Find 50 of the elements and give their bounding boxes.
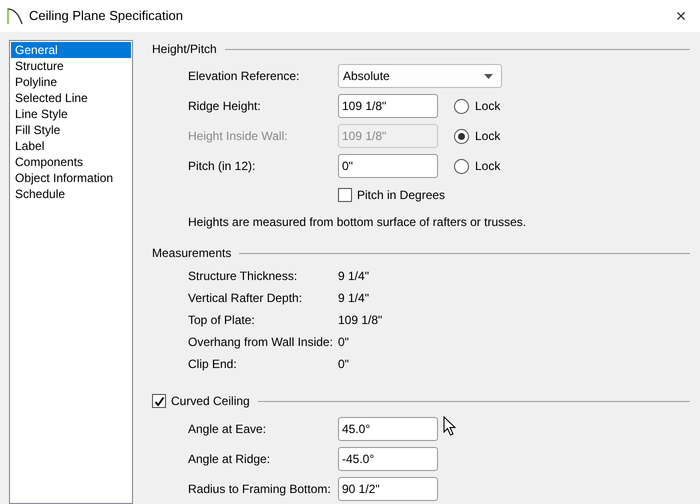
text-field[interactable]: 45.0°: [338, 417, 438, 441]
checkbox[interactable]: [152, 394, 166, 408]
sidebar-item[interactable]: Schedule: [11, 186, 131, 202]
sidebar-item[interactable]: General: [11, 42, 131, 58]
sidebar-item[interactable]: Object Information: [11, 170, 131, 186]
field-label: Angle at Ridge:: [188, 451, 272, 468]
measurement-value: 109 1/8": [338, 312, 382, 329]
mouse-cursor-icon: [443, 416, 457, 436]
measurement-label: Structure Thickness:: [188, 268, 298, 285]
measurement-label: Vertical Rafter Depth:: [188, 290, 304, 307]
radio-label: Lock: [475, 98, 500, 115]
measurement-value: 9 1/4": [338, 268, 369, 285]
radio-button[interactable]: [454, 98, 469, 114]
measurement-label: Top of Plate:: [188, 312, 256, 329]
measurement-value: 9 1/4": [338, 290, 369, 307]
note-text: Heights are measured from bottom surface of rafters or trusses.: [188, 214, 528, 231]
checkbox[interactable]: [338, 188, 352, 202]
sidebar-item[interactable]: Fill Style: [11, 122, 131, 138]
field-label: Height Inside Wall:: [188, 128, 289, 145]
sidebar-item[interactable]: Polyline: [11, 74, 131, 90]
field-label: Pitch (in 12):: [188, 158, 256, 175]
measurement-value: 0": [338, 334, 349, 351]
close-button[interactable]: ×: [669, 4, 693, 28]
sidebar-item[interactable]: Line Style: [11, 106, 131, 122]
section-heading: Measurements: [152, 245, 232, 262]
field-label: Radius to Framing Bottom:: [188, 481, 332, 498]
arch-icon: [7, 7, 23, 25]
sidebar-item[interactable]: Structure: [11, 58, 131, 74]
field-label: Angle at Eave:: [188, 421, 268, 438]
section-heading: Height/Pitch: [152, 41, 217, 58]
field-label: Elevation Reference:: [188, 68, 300, 85]
text-field[interactable]: 109 1/8": [338, 94, 438, 118]
window-title: Ceiling Plane Specification: [29, 7, 184, 26]
sidebar-item[interactable]: Selected Line: [11, 90, 131, 106]
field-label: Ridge Height:: [188, 98, 262, 115]
measurement-value: 0": [338, 356, 349, 373]
radio-button[interactable]: [454, 158, 469, 174]
radio-label: Lock: [475, 158, 500, 175]
section-heading: Curved Ceiling: [171, 393, 250, 410]
sidebar-item[interactable]: Components: [11, 154, 131, 170]
checkbox-label: Pitch in Degrees: [357, 187, 446, 204]
text-field[interactable]: -45.0°: [338, 447, 438, 471]
radio-label: Lock: [475, 128, 500, 145]
measurement-label: Clip End:: [188, 356, 238, 373]
measurement-label: Overhang from Wall Inside:: [188, 334, 334, 351]
text-field[interactable]: 0": [338, 154, 438, 178]
caret-icon: [484, 74, 493, 78]
dropdown[interactable]: Absolute: [338, 64, 502, 88]
sidebar-item[interactable]: Label: [11, 138, 131, 154]
text-field[interactable]: 90 1/2": [338, 477, 438, 501]
